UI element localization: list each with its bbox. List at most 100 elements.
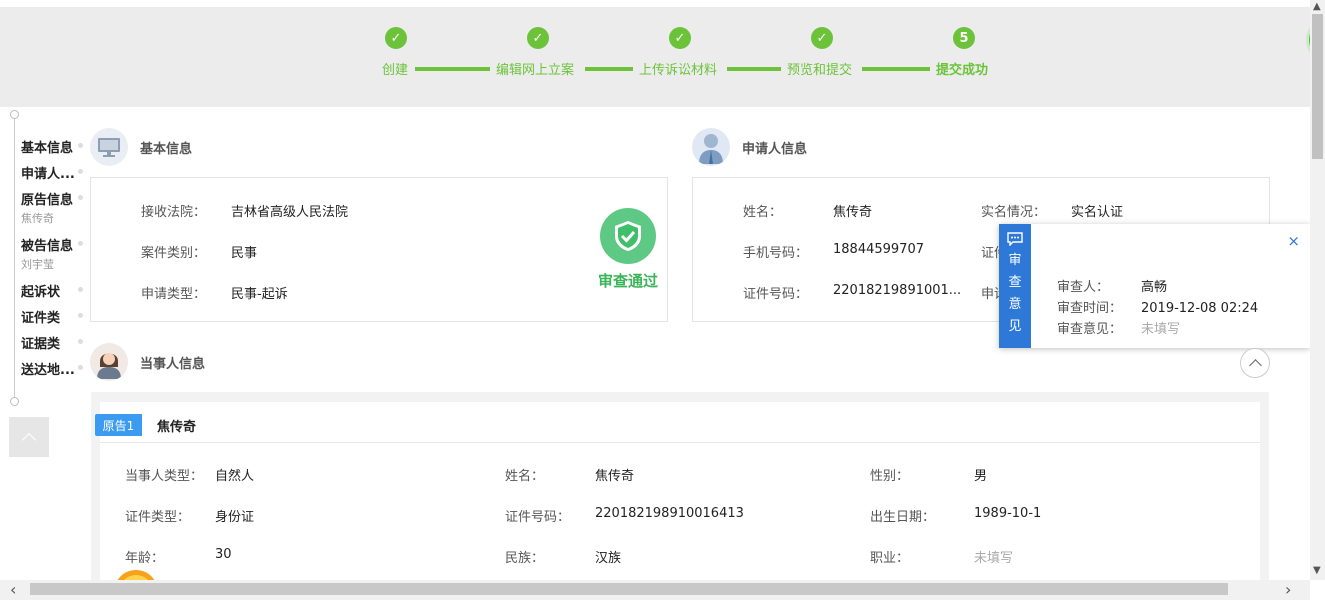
nav-dot <box>78 287 83 292</box>
nav-item-plaintiff[interactable]: 原告信息 <box>21 189 73 208</box>
scroll-up-icon[interactable]: ▲ <box>1313 1 1321 12</box>
review-time-value: 2019-12-08 02:24 <box>1141 301 1259 316</box>
comment-icon <box>1007 232 1023 246</box>
step-2-label: 编辑网上立案 <box>496 63 575 78</box>
nav-item-basic[interactable]: 基本信息 <box>21 137 73 156</box>
tab-char: 见 <box>1008 319 1022 334</box>
review-opinion-value: 未填写 <box>1141 322 1181 337</box>
step-connector <box>415 67 490 71</box>
party-type-value: 自然人 <box>215 469 255 484</box>
reviewer-label: 审查人： <box>1057 280 1110 295</box>
ethnic-label: 民族： <box>505 551 545 566</box>
nav-item-evidence[interactable]: 证据类 <box>21 333 60 352</box>
review-time-row: 审查时间： 2019-12-08 02:24 <box>1057 297 1258 316</box>
anchor-nav: 基本信息 申请人... 原告信息 焦传奇 被告信息 刘宇莹 起诉状 证件类 证据… <box>10 110 90 410</box>
computer-icon <box>90 128 128 166</box>
age-value: 30 <box>215 547 232 562</box>
nav-dot <box>78 241 83 246</box>
court-row: 接收法院： <box>141 201 206 220</box>
case-type-value: 民事 <box>231 246 258 261</box>
nav-item-delivery[interactable]: 送达地... <box>21 359 75 378</box>
court-value: 吉林省高级人民法院 <box>231 205 349 220</box>
apply-type-row: 申请类型： <box>141 283 206 302</box>
party-name: 焦传奇 <box>157 420 197 435</box>
tab-char: 意 <box>1008 297 1022 312</box>
nav-track-top-knob <box>10 110 19 119</box>
step-5-number-icon: 5 <box>953 27 975 49</box>
divider <box>100 442 1260 443</box>
case-type-row: 案件类别： <box>141 242 206 261</box>
party-tag: 原告1 <box>95 414 142 436</box>
chevron-up-icon <box>1248 359 1262 372</box>
review-opinion-row: 审查意见： 未填写 <box>1057 318 1180 337</box>
apply-type-label: 申请类型： <box>141 287 207 302</box>
scroll-left-icon[interactable]: ‹ <box>10 580 16 599</box>
step-4-check-icon: ✓ <box>811 27 833 49</box>
scroll-right-icon[interactable]: › <box>1285 580 1291 599</box>
scroll-thumb[interactable] <box>30 583 1228 595</box>
phone-value: 18844599707 <box>833 242 924 257</box>
scroll-thumb[interactable] <box>1312 14 1323 159</box>
applicant-header: 申请人信息 <box>692 128 807 166</box>
chevron-up-icon <box>21 432 37 447</box>
woman-avatar-icon <box>90 343 128 381</box>
birth-value: 1989-10-1 <box>974 506 1042 521</box>
nav-item-applicant[interactable]: 申请人... <box>21 163 75 182</box>
step-3-check-icon: ✓ <box>669 27 691 49</box>
party-name-value: 焦传奇 <box>595 469 635 484</box>
nav-sub-plaintiff: 焦传奇 <box>21 212 54 225</box>
review-opinion-tab[interactable]: 审 查 意 见 <box>999 224 1031 348</box>
scroll-down-icon[interactable]: ▼ <box>1313 565 1321 576</box>
age-label: 年龄： <box>125 551 165 566</box>
basic-info-title: 基本信息 <box>140 141 193 157</box>
reviewer-row: 审查人： 高畅 <box>1057 276 1167 295</box>
parties-title: 当事人信息 <box>140 356 206 372</box>
applicant-name-label: 姓名： <box>743 205 783 220</box>
step-4-label: 预览和提交 <box>787 63 853 78</box>
horizontal-scrollbar[interactable]: ‹ › <box>0 580 1310 600</box>
tab-char: 查 <box>1008 275 1022 290</box>
collapse-button[interactable] <box>1240 348 1270 378</box>
applicant-title: 申请人信息 <box>742 141 808 157</box>
nav-sub-defendant: 刘宇莹 <box>21 258 54 271</box>
back-to-top-button[interactable] <box>9 417 49 457</box>
step-1-check-icon: ✓ <box>385 27 407 49</box>
applicant-name-value: 焦传奇 <box>833 205 873 220</box>
party-id-value: 220182198910016413 <box>595 506 744 521</box>
apply-type-value: 民事-起诉 <box>231 287 288 302</box>
id-type-value: 身份证 <box>215 510 255 525</box>
shield-check-icon <box>600 208 656 264</box>
gender-label: 性别： <box>870 469 910 484</box>
progress-steps: ✓ 创建 ✓ 编辑网上立案 ✓ 上传诉讼材料 ✓ 预览和提交 5 提交成功 <box>0 7 1310 107</box>
step-1-label: 创建 <box>382 63 409 78</box>
review-opinion-popup: 审 查 意 见 × 审查人： 高畅 审查时间： 2019-12-08 02:24 审… <box>999 224 1310 348</box>
party-name-label: 姓名： <box>505 469 545 484</box>
birth-label: 出生日期： <box>870 510 936 525</box>
close-icon[interactable]: × <box>1287 232 1300 250</box>
nav-item-complaint[interactable]: 起诉状 <box>21 281 60 300</box>
realname-value: 实名认证 <box>1071 205 1124 220</box>
id-number-value: 22018219891001... <box>833 283 962 298</box>
nav-dot <box>78 339 83 344</box>
nav-dot <box>78 195 83 200</box>
id-number-label: 证件号码： <box>743 287 809 302</box>
step-3-label: 上传诉讼材料 <box>639 63 718 78</box>
id-type-label: 证件类型： <box>125 510 191 525</box>
nav-track <box>14 115 15 400</box>
job-value: 未填写 <box>974 551 1014 566</box>
step-connector <box>585 67 633 71</box>
reviewer-value: 高畅 <box>1141 280 1168 295</box>
nav-dot <box>78 169 83 174</box>
vertical-scrollbar[interactable]: ▲ ▼ <box>1310 0 1325 580</box>
review-time-label: 审查时间： <box>1057 301 1123 316</box>
step-2-check-icon: ✓ <box>527 27 549 49</box>
step-connector <box>862 67 930 71</box>
party-card: 原告1 焦传奇 当事人类型： 自然人 姓名： 焦传奇 性别： 男 证件类型： 身… <box>95 402 1260 600</box>
nav-dot <box>78 313 83 318</box>
nav-item-defendant[interactable]: 被告信息 <box>21 235 73 254</box>
review-opinion-label: 审查意见： <box>1057 322 1123 337</box>
case-type-label: 案件类别： <box>141 246 207 261</box>
realname-label: 实名情况： <box>981 205 1047 220</box>
nav-item-id-docs[interactable]: 证件类 <box>21 307 60 326</box>
party-id-label: 证件号码： <box>505 510 571 525</box>
